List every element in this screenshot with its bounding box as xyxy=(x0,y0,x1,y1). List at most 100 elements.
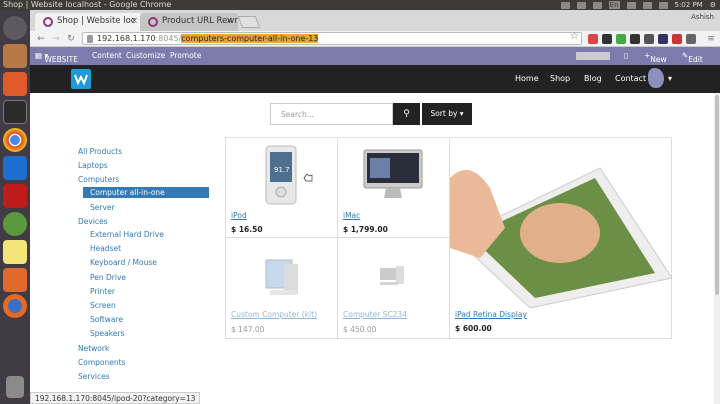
category-speakers[interactable]: Speakers xyxy=(90,329,124,338)
android-studio-icon[interactable] xyxy=(3,212,27,236)
firefox-icon[interactable] xyxy=(3,294,27,318)
product-name[interactable]: iMac xyxy=(343,211,360,220)
extension-icon[interactable] xyxy=(588,34,598,44)
menu-icon[interactable]: ≡ xyxy=(706,34,716,44)
product-name[interactable]: Custom Computer (kit) xyxy=(231,310,317,319)
extension-icon[interactable] xyxy=(686,34,696,44)
category-headset[interactable]: Headset xyxy=(90,244,121,253)
filezilla-icon[interactable] xyxy=(3,184,27,208)
category-pen-drive[interactable]: Pen Drive xyxy=(90,273,126,282)
company-logo[interactable] xyxy=(71,69,91,89)
category-computers[interactable]: Computers xyxy=(78,175,119,184)
browser-toolbar: ← → ↻ 192.168.1.170:8045/computers-compu… xyxy=(30,31,720,47)
extension-icon[interactable] xyxy=(616,34,626,44)
hand-cursor-icon xyxy=(303,173,313,182)
category-all-products[interactable]: All Products xyxy=(78,147,122,156)
chrome-icon[interactable] xyxy=(3,128,27,152)
keyboard-language[interactable]: En xyxy=(608,1,620,9)
product-card-computer-sc234[interactable]: Computer SC234 $ 450.00 xyxy=(338,238,450,340)
customize-menu[interactable]: Customize xyxy=(126,51,165,60)
category-devices[interactable]: Devices xyxy=(78,217,108,226)
computer-sc234-image[interactable] xyxy=(338,238,450,308)
tab-product-url[interactable]: Product URL Rewr × xyxy=(140,13,238,31)
files-icon[interactable] xyxy=(3,44,27,68)
extension-icon[interactable] xyxy=(658,34,668,44)
category-printer[interactable]: Printer xyxy=(90,287,115,296)
user-avatar[interactable] xyxy=(648,68,664,88)
new-tab-button[interactable] xyxy=(237,16,261,28)
user-dropdown-caret-icon[interactable]: ▾ xyxy=(668,74,672,83)
category-software[interactable]: Software xyxy=(90,315,123,324)
product-card-custom-computer[interactable]: Custom Computer (kit) $ 147.00 xyxy=(226,238,338,340)
category-services[interactable]: Services xyxy=(78,372,110,381)
bluetooth-icon[interactable] xyxy=(592,1,602,9)
new-label: New xyxy=(650,55,667,64)
trash-icon[interactable] xyxy=(6,376,24,398)
close-tab-icon[interactable]: × xyxy=(226,16,233,26)
content-menu[interactable]: Content xyxy=(92,51,122,60)
extension-icon[interactable] xyxy=(672,34,682,44)
power-icon[interactable]: ⚙ xyxy=(710,1,716,9)
ipad-image[interactable] xyxy=(450,138,672,309)
product-price: $ 600.00 xyxy=(455,324,492,333)
sticky-notes-icon[interactable] xyxy=(3,240,27,264)
os-top-panel: Shop | Website localhost - Google Chrome… xyxy=(0,0,720,10)
page-info-icon xyxy=(87,35,93,43)
browser-tabbar: Shop | Website loc × Product URL Rewr × … xyxy=(30,10,720,31)
back-icon[interactable]: ← xyxy=(36,34,46,44)
network-icon[interactable] xyxy=(576,1,586,9)
edit-button[interactable]: ✎ Edit xyxy=(682,51,703,64)
vscode-icon[interactable] xyxy=(3,156,27,180)
category-components[interactable]: Components xyxy=(78,358,125,367)
tab-shop[interactable]: Shop | Website loc × xyxy=(35,13,143,31)
extension-icon[interactable] xyxy=(602,34,612,44)
mobile-preview-icon[interactable]: ▯ xyxy=(624,51,628,60)
category-screen[interactable]: Screen xyxy=(90,301,116,310)
product-card-ipod[interactable]: 91.7 iPod $ 16.50 xyxy=(226,138,338,238)
battery-icon[interactable] xyxy=(642,1,652,9)
close-tab-icon[interactable]: × xyxy=(131,16,138,26)
nav-shop[interactable]: Shop xyxy=(550,74,570,83)
mail-icon[interactable] xyxy=(626,1,636,9)
category-server[interactable]: Server xyxy=(90,203,115,212)
new-button[interactable]: + New xyxy=(644,51,667,64)
reload-icon[interactable]: ↻ xyxy=(66,34,76,44)
sort-button[interactable]: Sort by ▾ xyxy=(422,103,472,125)
nav-blog[interactable]: Blog xyxy=(584,74,602,83)
website-menu[interactable]: ▦ WEBSITE ▾ xyxy=(35,51,78,64)
media-icon[interactable] xyxy=(3,72,27,96)
category-laptops[interactable]: Laptops xyxy=(78,161,108,170)
promote-menu[interactable]: Promote xyxy=(170,51,201,60)
publish-toggle[interactable] xyxy=(576,52,610,60)
clock[interactable]: 5:02 PM xyxy=(675,1,703,9)
imac-image[interactable] xyxy=(338,138,450,208)
category-network[interactable]: Network xyxy=(78,344,109,353)
terminal-icon[interactable] xyxy=(3,100,27,124)
search-button[interactable]: ⚲ xyxy=(393,103,420,125)
category-computer-all-in-one[interactable]: Computer all-in-one xyxy=(83,187,209,198)
ubuntu-search-icon[interactable] xyxy=(3,16,27,40)
nav-home[interactable]: Home xyxy=(515,74,539,83)
forward-icon[interactable]: → xyxy=(51,34,61,44)
custom-computer-image[interactable] xyxy=(226,238,338,308)
scrollbar-thumb[interactable] xyxy=(715,95,719,295)
url-port: :8045/ xyxy=(155,34,182,43)
product-card-imac[interactable]: iMac $ 1,799.00 xyxy=(338,138,450,238)
product-card-ipad[interactable]: iPad Retina Display $ 600.00 xyxy=(450,138,672,340)
product-name[interactable]: Computer SC234 xyxy=(343,310,407,319)
product-name[interactable]: iPad Retina Display xyxy=(455,310,527,319)
profile-name[interactable]: Ashish xyxy=(691,13,714,21)
ipod-image[interactable]: 91.7 xyxy=(226,138,338,208)
window-title: Shop | Website localhost - Google Chrome xyxy=(3,0,172,9)
url-input[interactable]: 192.168.1.170:8045/computers-computer-al… xyxy=(82,32,582,45)
volume-icon[interactable] xyxy=(658,1,668,9)
extension-icon[interactable] xyxy=(630,34,640,44)
category-external-hard-drive[interactable]: External Hard Drive xyxy=(90,230,164,239)
dropbox-icon[interactable] xyxy=(560,1,570,9)
product-name[interactable]: iPod xyxy=(231,211,247,220)
product-search-input[interactable]: Search... xyxy=(270,103,393,125)
extension-icon[interactable] xyxy=(644,34,654,44)
category-keyboard-mouse[interactable]: Keyboard / Mouse xyxy=(90,258,157,267)
software-center-icon[interactable] xyxy=(3,268,27,292)
bookmark-star-icon[interactable]: ☆ xyxy=(570,31,579,42)
